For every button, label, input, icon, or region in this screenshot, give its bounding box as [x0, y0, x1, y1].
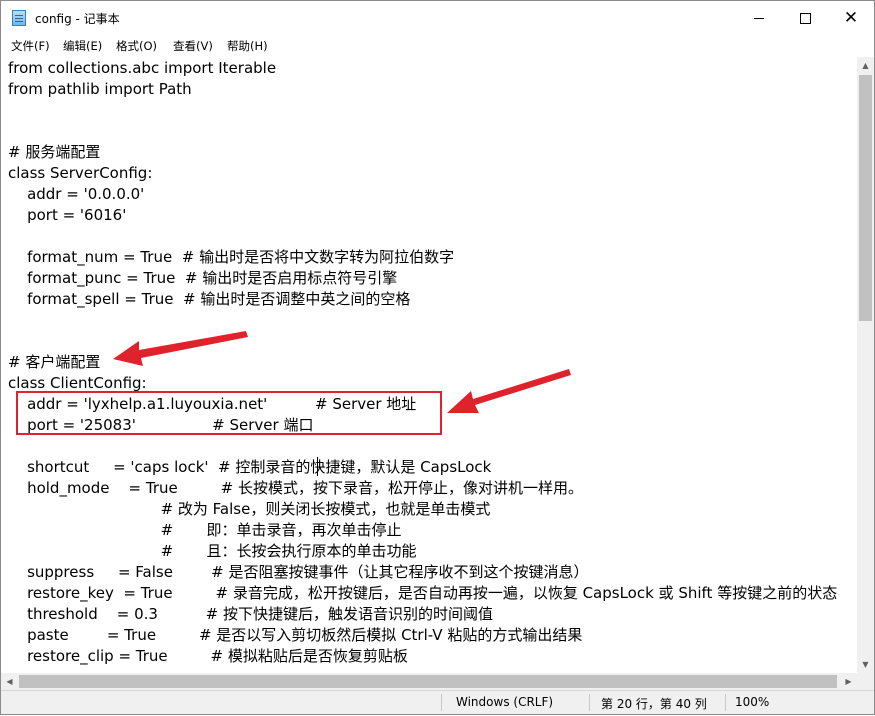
- annotation-highlight-box: [16, 391, 442, 435]
- notepad-window: config - 记事本 ✕ 文件(F) 编辑(E) 格式(O) 查看(V) 帮…: [0, 0, 875, 715]
- notepad-icon: [12, 10, 26, 26]
- minimize-icon: [754, 17, 764, 19]
- editor-line[interactable]: suppress = False # 是否阻塞按键事件（让其它程序收不到这个按键…: [8, 562, 837, 583]
- close-button[interactable]: ✕: [828, 1, 874, 35]
- editor-line[interactable]: [8, 310, 837, 331]
- editor-line[interactable]: [8, 100, 837, 121]
- scroll-right-icon[interactable]: ▶: [840, 673, 857, 690]
- editor-line[interactable]: [8, 436, 837, 457]
- vertical-scroll-thumb[interactable]: [859, 75, 872, 321]
- editor-content[interactable]: from collections.abc import Iterable from…: [8, 58, 837, 667]
- menu-bar: 文件(F) 编辑(E) 格式(O) 查看(V) 帮助(H): [1, 35, 874, 57]
- editor-line[interactable]: # 即：单击录音，再次单击停止: [8, 520, 837, 541]
- editor-line[interactable]: port = '6016': [8, 205, 837, 226]
- status-divider: [441, 694, 442, 711]
- scrollbar-corner: [857, 673, 874, 690]
- menu-view[interactable]: 查看(V): [171, 38, 215, 54]
- editor-line[interactable]: # 客户端配置: [8, 352, 837, 373]
- status-bar: Windows (CRLF) 第 20 行，第 40 列 100%: [1, 690, 874, 714]
- editor-line[interactable]: paste = True # 是否以写入剪切板然后模拟 Ctrl-V 粘贴的方式…: [8, 625, 837, 646]
- editor-line[interactable]: restore_clip = True # 模拟粘贴后是否恢复剪贴板: [8, 646, 837, 667]
- horizontal-scrollbar[interactable]: ◀ ▶: [1, 673, 857, 690]
- editor-line[interactable]: format_num = True # 输出时是否将中文数字转为阿拉伯数字: [8, 247, 837, 268]
- text-caret: [317, 457, 318, 476]
- close-icon: ✕: [843, 7, 859, 28]
- editor-line[interactable]: addr = '0.0.0.0': [8, 184, 837, 205]
- editor-line[interactable]: from pathlib import Path: [8, 79, 837, 100]
- scroll-down-icon[interactable]: ▼: [857, 656, 874, 673]
- window-title: config - 记事本: [35, 12, 120, 26]
- menu-edit[interactable]: 编辑(E): [61, 38, 104, 54]
- status-zoom: 100%: [735, 695, 770, 709]
- editor-line[interactable]: format_punc = True # 输出时是否启用标点符号引擎: [8, 268, 837, 289]
- editor-line[interactable]: class ServerConfig:: [8, 163, 837, 184]
- status-encoding: Windows (CRLF): [456, 695, 554, 709]
- status-position: 第 20 行，第 40 列: [601, 697, 707, 711]
- editor-line[interactable]: # 且：长按会执行原本的单击功能: [8, 541, 837, 562]
- title-bar[interactable]: config - 记事本 ✕: [1, 1, 874, 35]
- maximize-icon: [799, 12, 811, 24]
- menu-file[interactable]: 文件(F): [9, 38, 52, 54]
- scroll-up-icon[interactable]: ▲: [857, 57, 874, 74]
- status-divider: [589, 694, 590, 711]
- editor-line[interactable]: shortcut = 'caps lock' # 控制录音的快捷键，默认是 Ca…: [8, 457, 837, 478]
- text-editor[interactable]: from collections.abc import Iterable from…: [1, 57, 857, 673]
- editor-line[interactable]: format_spell = True # 输出时是否调整中英之间的空格: [8, 289, 837, 310]
- menu-help[interactable]: 帮助(H): [225, 38, 270, 54]
- scroll-left-icon[interactable]: ◀: [1, 673, 18, 690]
- editor-line[interactable]: [8, 226, 837, 247]
- maximize-button[interactable]: [782, 1, 828, 35]
- editor-line[interactable]: [8, 331, 837, 352]
- editor-line[interactable]: restore_key = True # 录音完成，松开按键后，是否自动再按一遍…: [8, 583, 837, 604]
- editor-line[interactable]: from collections.abc import Iterable: [8, 58, 837, 79]
- editor-line[interactable]: threshold = 0.3 # 按下快捷键后，触发语音识别的时间阈值: [8, 604, 837, 625]
- menu-format[interactable]: 格式(O): [114, 38, 159, 54]
- editor-line[interactable]: # 改为 False，则关闭长按模式，也就是单击模式: [8, 499, 837, 520]
- horizontal-scroll-thumb[interactable]: [19, 675, 837, 688]
- editor-line[interactable]: # 服务端配置: [8, 142, 837, 163]
- status-divider: [725, 694, 726, 711]
- editor-line[interactable]: [8, 121, 837, 142]
- vertical-scrollbar[interactable]: ▲ ▼: [857, 57, 874, 673]
- editor-line[interactable]: hold_mode = True # 长按模式，按下录音，松开停止，像对讲机一样…: [8, 478, 837, 499]
- minimize-button[interactable]: [736, 1, 782, 35]
